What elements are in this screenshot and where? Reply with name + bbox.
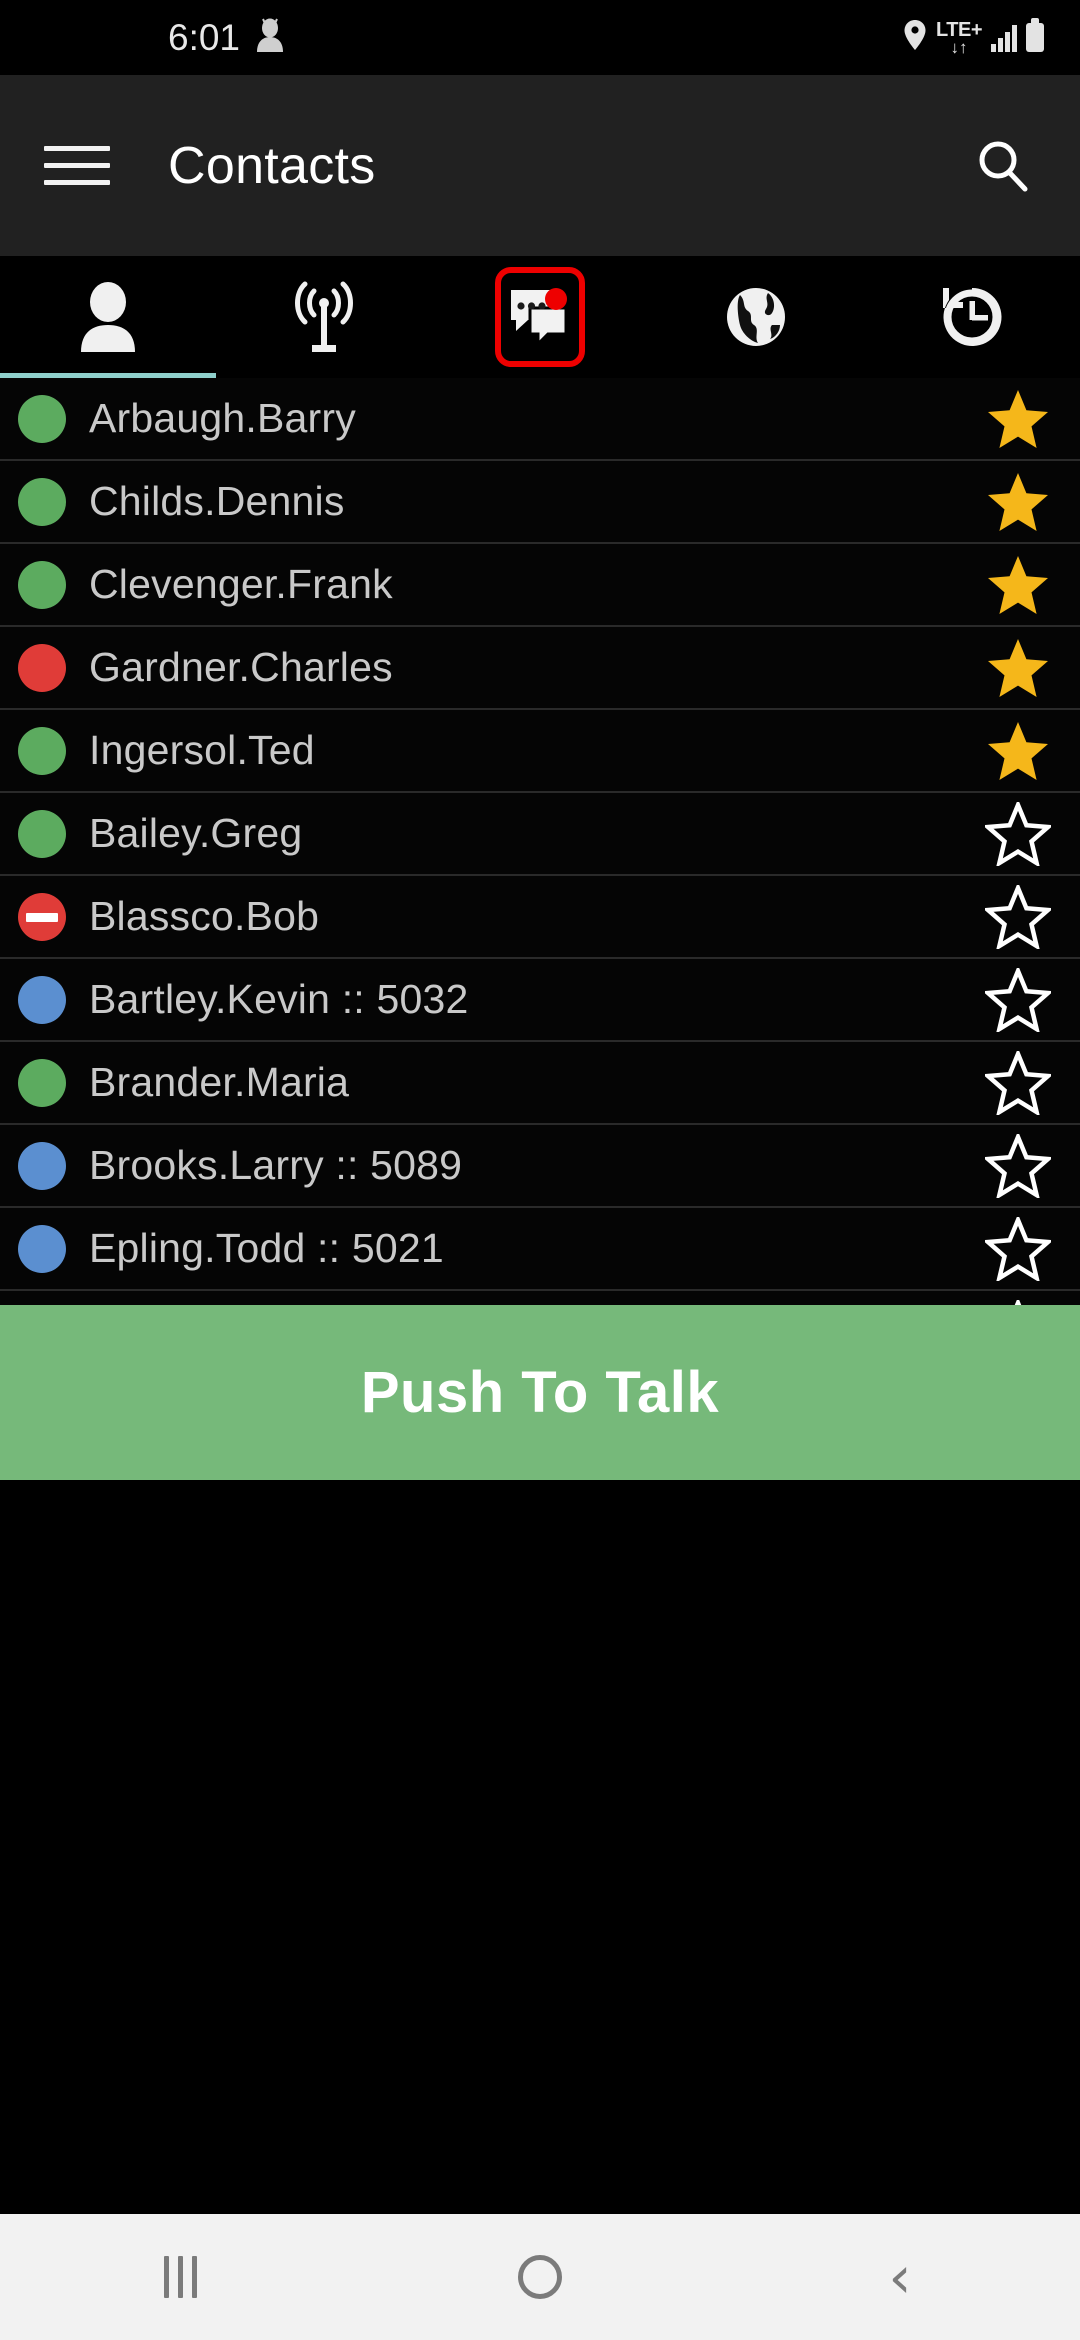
contact-row[interactable]: Gardner.Charles — [0, 627, 1080, 710]
contact-name: Epling.Todd :: 5021 — [89, 1225, 444, 1271]
back-chevron-glyph: ‹ — [888, 2242, 912, 2311]
contact-row[interactable]: Brooks.Larry :: 5089 — [0, 1125, 1080, 1208]
contact-row[interactable]: Bartley.Kevin :: 5032 — [0, 959, 1080, 1042]
favorite-star-outline-icon[interactable] — [982, 1297, 1054, 1305]
contact-name: Bartley.Kevin :: 5032 — [89, 976, 469, 1022]
contact-name: Childs.Dennis — [89, 478, 345, 524]
contact-name: Arbaugh.Barry — [89, 395, 356, 441]
favorite-star-filled-icon[interactable] — [982, 633, 1054, 703]
home-icon[interactable] — [360, 2214, 720, 2340]
contact-name: Gardner.Charles — [89, 644, 393, 690]
tab-contacts[interactable] — [0, 256, 216, 378]
contact-row[interactable]: Epling.Todd :: 5021 — [0, 1208, 1080, 1291]
contact-row[interactable]: Childs.Dennis — [0, 461, 1080, 544]
favorite-star-filled-icon[interactable] — [982, 467, 1054, 537]
contact-name: Clevenger.Frank — [89, 561, 393, 607]
favorite-star-filled-icon[interactable] — [982, 716, 1054, 786]
favorite-star-outline-icon[interactable] — [982, 965, 1054, 1035]
system-navigation-bar: ‹ — [0, 2214, 1080, 2340]
status-dot-blue — [18, 1224, 66, 1273]
status-bar-clock: 6:01 — [168, 17, 241, 58]
history-clock-icon — [933, 278, 1011, 356]
favorite-star-outline-icon[interactable] — [982, 1048, 1054, 1118]
contact-row[interactable]: Bailey.Greg — [0, 793, 1080, 876]
status-dot-green — [18, 726, 66, 775]
contact-row[interactable]: Brander.Maria — [0, 1042, 1080, 1125]
status-dot-blue — [18, 975, 66, 1024]
recents-icon[interactable] — [0, 2214, 360, 2340]
push-to-talk-button[interactable]: Push To Talk — [0, 1305, 1080, 1480]
data-transfer-arrows-icon: ↓↑ — [950, 37, 968, 57]
contact-name: Blassco.Bob — [89, 893, 320, 939]
system-status-bar: 6:01 LTE+ ↓↑ — [0, 0, 1080, 75]
status-dnd-icon — [18, 892, 66, 941]
tab-map[interactable] — [648, 256, 864, 378]
tab-broadcast[interactable] — [216, 256, 432, 378]
favorite-star-outline-icon[interactable] — [982, 882, 1054, 952]
contact-name: Ingersol.Ted — [89, 727, 315, 773]
favorite-star-filled-icon[interactable] — [982, 384, 1054, 454]
chat-bubbles-icon — [495, 267, 585, 367]
phone-screen: 6:01 LTE+ ↓↑ Contacts Arbaugh.Barry Chil… — [0, 0, 1080, 2340]
contact-name: Brander.Maria — [89, 1059, 350, 1105]
page-title: Contacts — [168, 136, 376, 195]
back-icon[interactable]: ‹ — [720, 2214, 1080, 2340]
contact-name: Bailey.Greg — [89, 810, 303, 856]
favorite-star-outline-icon[interactable] — [982, 1214, 1054, 1284]
contact-row[interactable]: Blassco.Bob — [0, 876, 1080, 959]
app-bar: Contacts — [0, 75, 1080, 256]
person-icon — [69, 278, 147, 356]
status-dot-green — [18, 394, 66, 443]
status-bar-left: 6:01 — [168, 18, 286, 57]
status-dot-green — [18, 1058, 66, 1107]
location-pin-icon — [903, 19, 927, 56]
tab-bar — [0, 256, 1080, 378]
contact-list[interactable]: Arbaugh.Barry Childs.Dennis Clevenger.Fran… — [0, 378, 1080, 1305]
contact-name: Brooks.Larry :: 5089 — [89, 1142, 463, 1188]
status-dot-red — [18, 643, 66, 692]
status-dot-green — [18, 809, 66, 858]
battery-icon — [1026, 18, 1044, 52]
favorite-star-filled-icon[interactable] — [982, 550, 1054, 620]
hamburger-menu-icon[interactable] — [44, 136, 110, 196]
favorite-star-outline-icon[interactable] — [982, 1131, 1054, 1201]
tab-history[interactable] — [864, 256, 1080, 378]
signal-bars-icon — [991, 24, 1017, 52]
status-dot-green — [18, 477, 66, 526]
push-to-talk-label: Push To Talk — [360, 1360, 720, 1425]
status-bar-right: LTE+ ↓↑ — [903, 18, 1044, 57]
tab-messages[interactable] — [432, 256, 648, 378]
contact-row[interactable]: Frome.Davis — [0, 1291, 1080, 1305]
search-icon[interactable] — [968, 131, 1038, 201]
status-dot-green — [18, 560, 66, 609]
network-type-indicator: LTE+ ↓↑ — [936, 18, 982, 57]
status-dot-blue — [18, 1141, 66, 1190]
contact-person-notification-icon — [254, 18, 286, 57]
favorite-star-outline-icon[interactable] — [982, 799, 1054, 869]
contact-row[interactable]: Arbaugh.Barry — [0, 378, 1080, 461]
broadcast-antenna-icon — [285, 278, 363, 356]
globe-icon — [717, 278, 795, 356]
contact-row[interactable]: Ingersol.Ted — [0, 710, 1080, 793]
contact-row[interactable]: Clevenger.Frank — [0, 544, 1080, 627]
